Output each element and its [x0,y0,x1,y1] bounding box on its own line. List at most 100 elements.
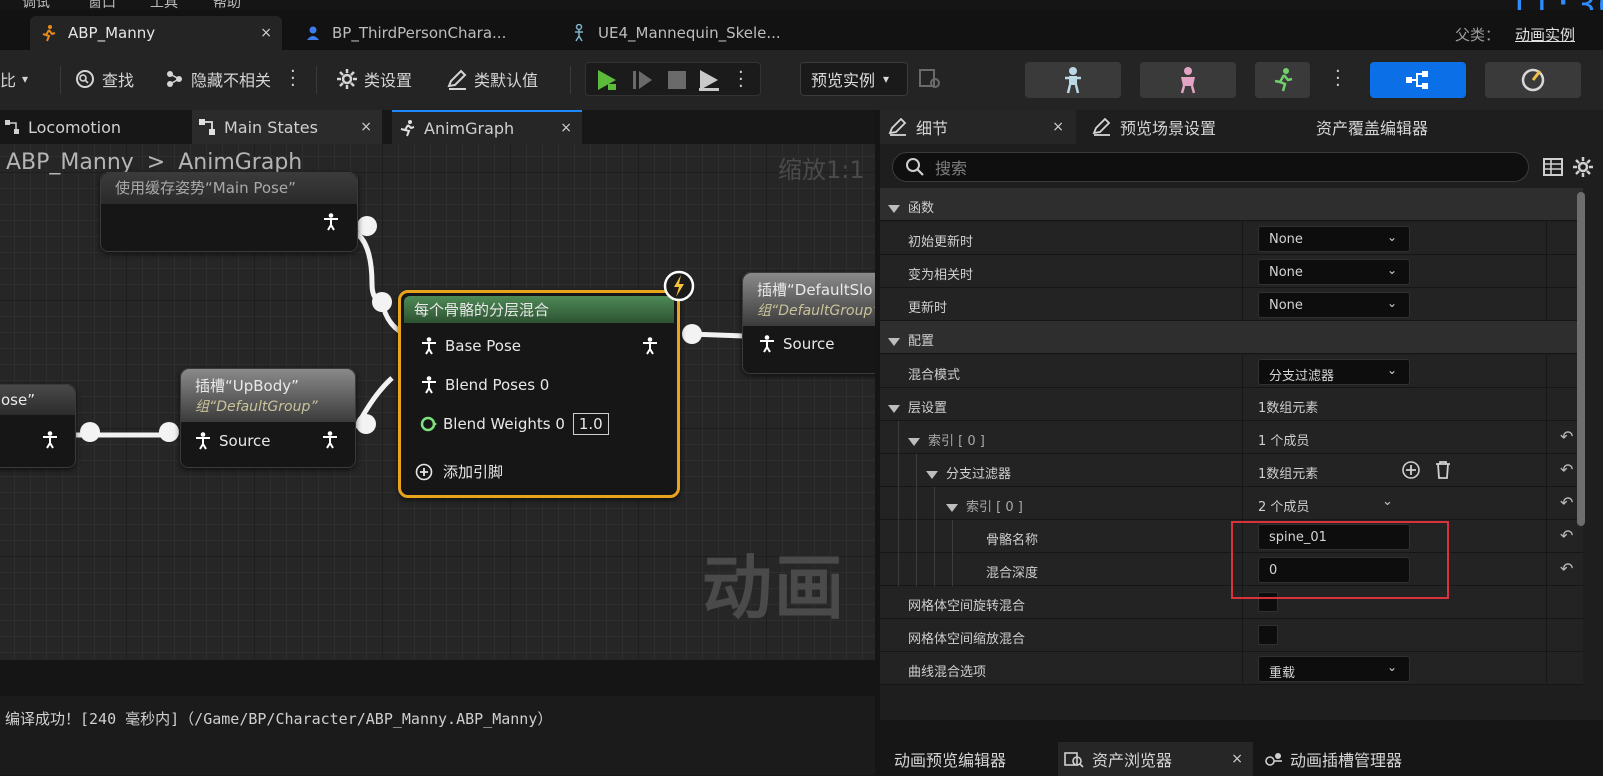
on-update-dropdown[interactable]: None ⌄ [1258,292,1410,318]
category-config[interactable]: 配置 [880,321,1583,354]
tab-asset-browser[interactable]: 资产浏览器 × [1058,742,1253,776]
pose-pin-icon[interactable] [322,431,338,449]
details-scrollbar[interactable] [1577,192,1585,526]
menu-debug[interactable]: 调试 [22,0,50,10]
node-partial-left[interactable]: ose” [0,384,76,468]
physics-mode-button[interactable] [1485,62,1581,98]
tab-bp-thirdperson[interactable]: BP_ThirdPersonChara... [294,16,534,50]
mesh-mode-button[interactable] [1140,62,1236,98]
pose-pin-icon[interactable] [323,213,339,231]
tab-asset-override-editor[interactable]: 资产覆盖编辑器 [1316,110,1506,144]
close-icon[interactable]: × [1231,751,1243,767]
reroute-knob[interactable] [159,422,179,442]
tab-preview-scene-settings[interactable]: 预览场景设置 [1084,110,1274,144]
class-settings-button[interactable]: 类设置 [336,64,412,94]
reset-arrow-icon[interactable]: ↶ [1560,493,1573,512]
tab-anim-preview-editor[interactable]: 动画预览编辑器 [894,742,1054,776]
reset-arrow-icon[interactable]: ↶ [1560,559,1573,578]
close-icon[interactable]: × [560,120,572,136]
reset-arrow-icon[interactable]: ↶ [1560,526,1573,545]
preview-instance-dropdown[interactable]: 预览实例 ▾ [800,62,908,96]
play-options-icon[interactable]: · · · [738,64,744,96]
node-slot-default[interactable]: 插槽“DefaultSlo 组“DefaultGroup” Source [742,272,875,374]
property-layer-index[interactable]: 索引 [ 0 ] 1 个成员 ↶ [880,421,1583,454]
skeleton-mode-button[interactable] [1025,62,1121,98]
pose-pin-icon[interactable] [42,431,58,449]
close-icon[interactable]: × [360,119,372,135]
mesh-scale-blend-checkbox[interactable] [1258,625,1278,645]
parent-class-link[interactable]: 动画实例 [1515,24,1575,45]
more-options-icon[interactable]: · · · [290,63,296,95]
add-pin-button[interactable]: 添加引脚 [415,461,503,482]
pin-blend-weights[interactable]: Blend Weights 0 1.0 [419,413,609,435]
pin-blend-poses[interactable]: Blend Poses 0 [421,376,549,394]
tab-abp-manny[interactable]: ABP_Manny × [30,16,282,50]
property-branch-filters[interactable]: 分支过滤器 1数组元素 ↶ [880,454,1583,487]
reset-arrow-icon[interactable]: ↶ [1560,427,1573,446]
mode-options-icon[interactable]: · · · [1335,63,1341,95]
pencil-icon [888,118,907,136]
node-subtitle: 组“DefaultGroup” [195,399,318,415]
reroute-knob[interactable] [356,414,376,434]
class-defaults-button[interactable]: 类默认值 [446,64,538,94]
reroute-knob[interactable] [682,324,702,344]
compare-dropdown[interactable]: 比 ▾ [0,64,28,94]
blueprint-mode-button[interactable] [1370,62,1466,98]
table-view-icon[interactable] [1542,157,1564,177]
hide-unrelated-label: 隐藏不相关 [191,71,272,90]
menu-tools[interactable]: 工具 [150,0,178,10]
node-slot-upbody[interactable]: 插槽“UpBody” 组“DefaultGroup” Source [180,368,356,468]
reroute-knob[interactable] [372,292,392,312]
tab-animgraph[interactable]: AnimGraph × [392,110,582,144]
tab-ue4-skeleton[interactable]: UE4_Mannequin_Skele... [560,16,800,50]
reroute-knob[interactable] [357,216,377,236]
pin-source[interactable]: Source [759,335,835,353]
pencil-icon [447,69,467,90]
search-input[interactable]: 搜索 [892,152,1529,182]
property-label: 混合深度 [986,566,1039,581]
curve-blend-option-dropdown[interactable]: 重载 ⌄ [1258,656,1410,682]
property-layer-setup[interactable]: 层设置 1数组元素 [880,388,1583,421]
tab-anim-slot-manager[interactable]: 动画插槽管理器 [1262,742,1442,776]
node-title: 每个骨骼的分层混合 [404,296,674,323]
initial-update-dropdown[interactable]: None ⌄ [1258,226,1410,252]
pin-label: Source [783,335,835,353]
hide-unrelated-button[interactable]: 隐藏不相关 [163,64,271,94]
trash-icon[interactable] [1434,460,1452,480]
category-functions[interactable]: 函数 [880,188,1583,221]
blend-mode-dropdown[interactable]: 分支过滤器 ⌄ [1258,359,1410,385]
eject-icon[interactable] [696,68,722,92]
reroute-knob[interactable] [80,422,100,442]
step-icon[interactable] [630,68,656,92]
pose-pin-icon [422,376,436,394]
expand-triangle-icon [888,204,900,213]
stop-icon[interactable] [666,69,688,91]
close-icon[interactable]: × [260,25,272,41]
property-filter-index[interactable]: 索引 [ 0 ] 2 个成员 ⌄ ↶ [880,487,1583,520]
add-element-icon[interactable] [1401,460,1421,480]
menu-help[interactable]: 帮助 [213,0,241,10]
node-layered-blend[interactable]: 每个骨骼的分层混合 Base Pose Blend Poses 0 Blend … [398,290,680,498]
close-icon[interactable]: × [1052,119,1064,135]
property-become-relevant: 变为相关时 None ⌄ [880,255,1583,288]
debug-filter-icon[interactable] [918,68,942,90]
toolbar-divider [570,66,571,94]
pin-base-pose[interactable]: Base Pose [421,337,521,355]
tab-details[interactable]: 细节 × [880,110,1076,144]
node-title: ose” [0,385,75,415]
node-cached-pose[interactable]: 使用缓存姿势“Main Pose” [100,172,358,252]
become-relevant-dropdown[interactable]: None ⌄ [1258,259,1410,285]
reset-arrow-icon[interactable]: ↶ [1560,460,1573,479]
blend-weight-input[interactable]: 1.0 [572,413,609,435]
graph-canvas[interactable]: ABP_Manny > AnimGraph 缩放1:1 动画 使用缓存姿势“Ma… [0,144,875,660]
gear-icon[interactable] [1572,156,1594,178]
pin-source[interactable]: Source [195,432,271,450]
tab-main-states[interactable]: Main States × [192,110,382,144]
animation-mode-button[interactable] [1255,62,1310,98]
pose-output-pin-icon[interactable] [642,337,658,355]
menu-window[interactable]: 窗口 [88,0,116,10]
find-button[interactable]: 查找 [74,64,134,94]
chevron-down-icon[interactable]: ⌄ [1382,494,1393,509]
tab-locomotion[interactable]: Locomotion [0,110,185,144]
play-icon[interactable] [594,68,620,92]
